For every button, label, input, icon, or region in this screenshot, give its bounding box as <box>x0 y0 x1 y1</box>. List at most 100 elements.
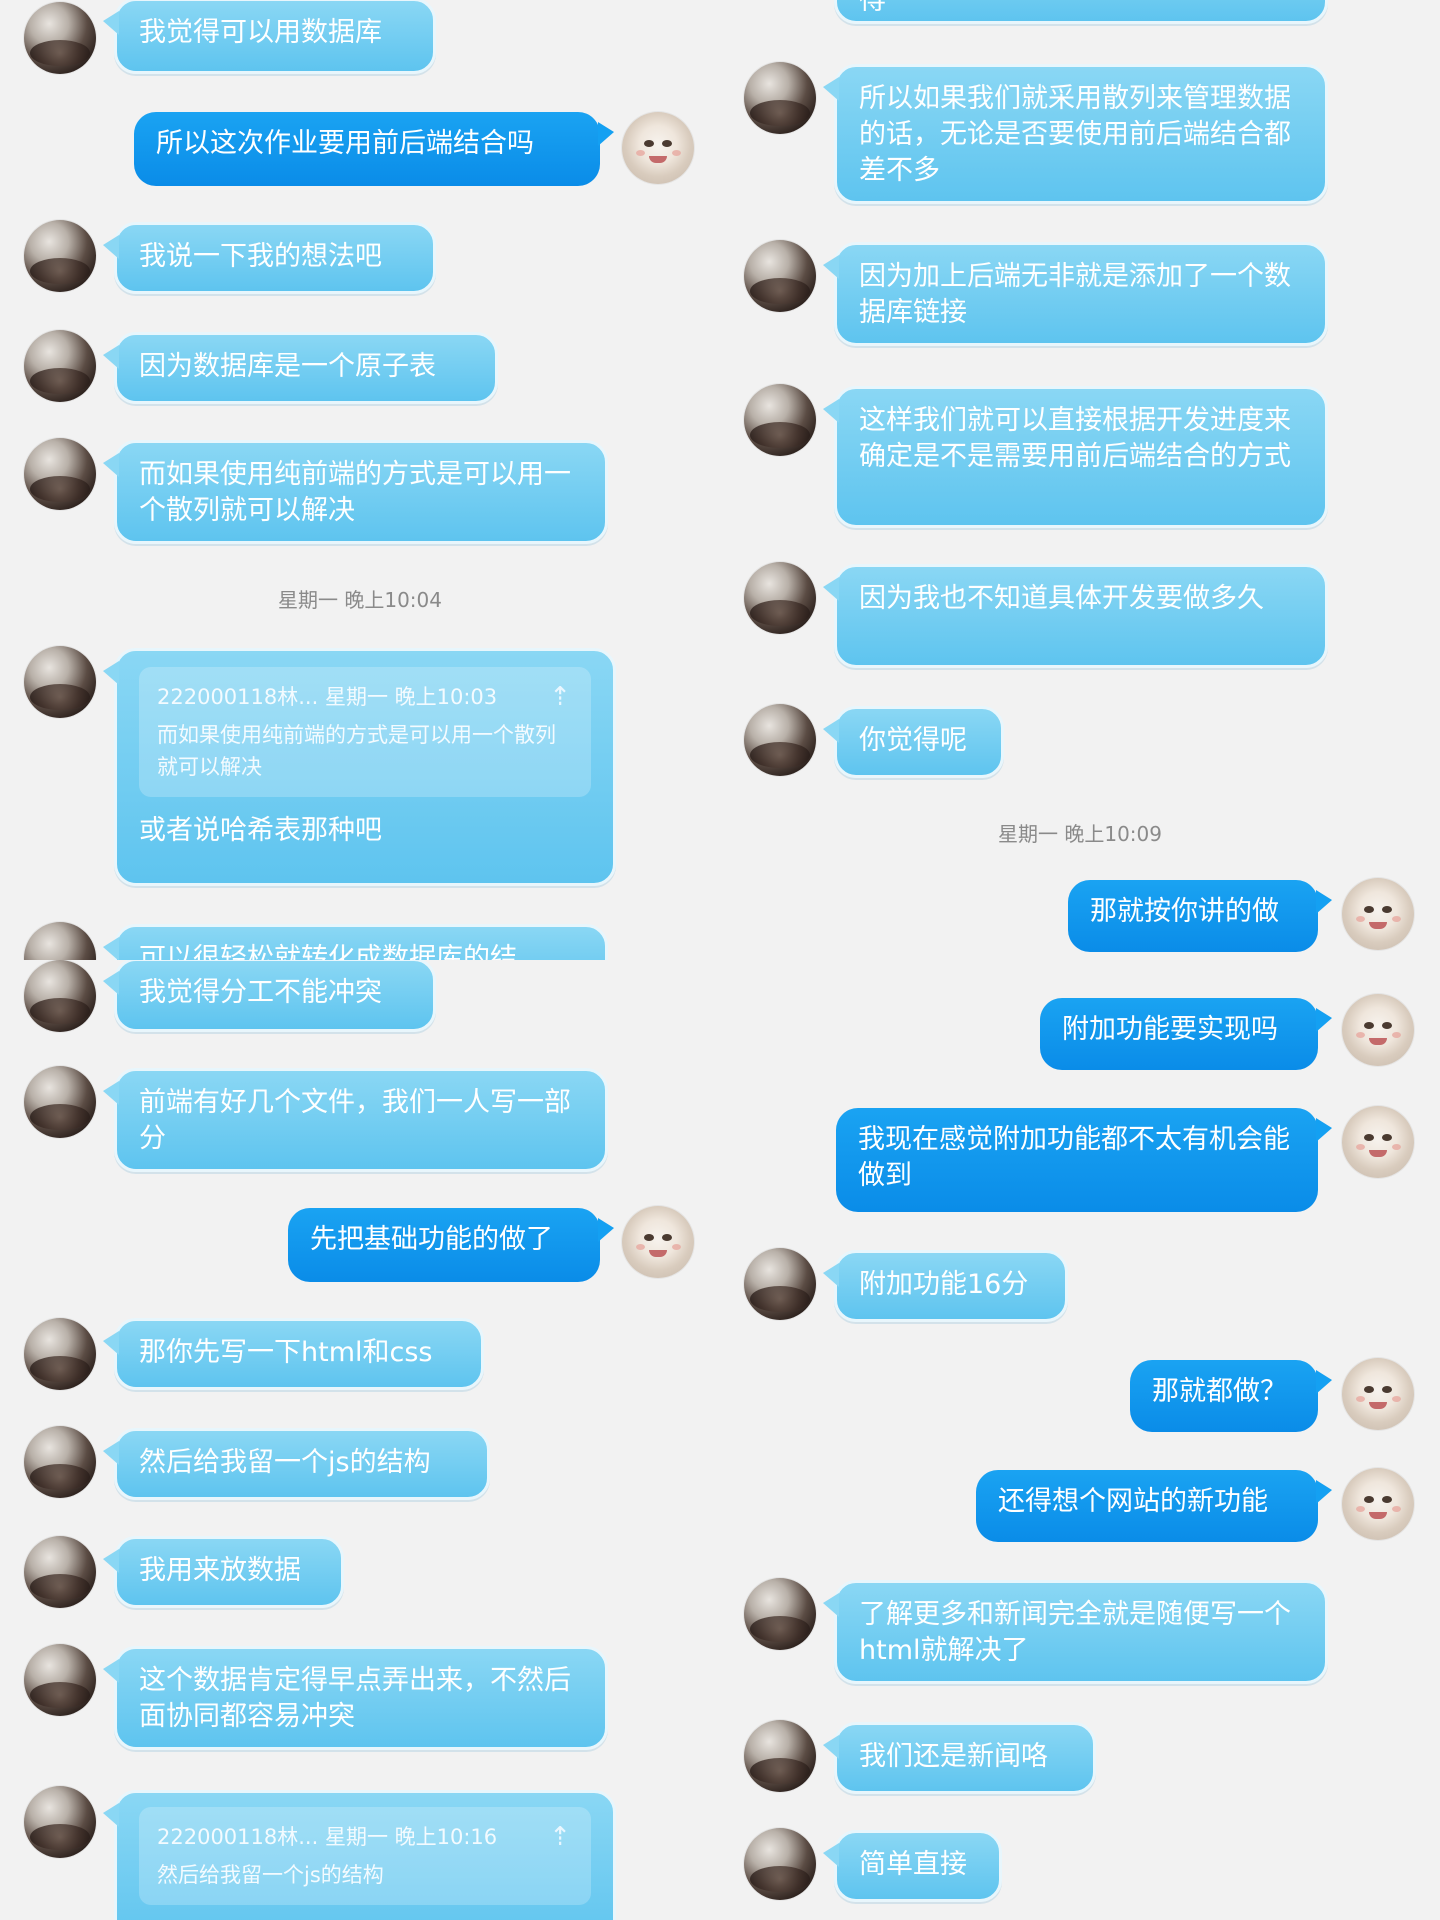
message-row: 这个数据肯定得早点弄出来，不然后面协同都容易冲突 <box>0 1642 720 1754</box>
peer-avatar[interactable] <box>24 438 96 510</box>
message-bubble[interactable]: 这个数据肯定得早点弄出来，不然后面协同都容易冲突 <box>103 1646 608 1750</box>
message-bubble[interactable]: 附加功能16分 <box>823 1250 1068 1322</box>
message-text: 或者说哈希表那种吧 <box>139 815 382 846</box>
message-bubble[interactable]: 我现在感觉附加功能都不太有机会能做到 <box>836 1108 1332 1212</box>
message-bubble[interactable]: 我们还是新闻咯 <box>823 1722 1096 1794</box>
message-row: 我们还是新闻咯 <box>720 1720 1440 1800</box>
quote-header: 222000118林... 星期一 晚上10:16 <box>157 1825 498 1849</box>
message-bubble[interactable]: 那就都做？ <box>1130 1360 1332 1432</box>
peer-avatar[interactable] <box>24 330 96 402</box>
message-row: 我说一下我的想法吧 <box>0 220 720 300</box>
message-bubble[interactable]: 简单直接 <box>823 1830 1002 1902</box>
message-row: 我用来放数据 <box>0 1534 720 1614</box>
self-avatar[interactable] <box>1342 1358 1414 1430</box>
message-bubble[interactable]: 然后给我留一个js的结构 <box>103 1428 490 1500</box>
message-bubble[interactable]: 因为加上后端无非就是添加了一个数据库链接 <box>823 242 1328 346</box>
message-bubble[interactable]: 还得想个网站的新功能 <box>976 1470 1332 1542</box>
message-bubble[interactable]: 我说一下我的想法吧 <box>103 222 436 294</box>
peer-avatar[interactable] <box>24 2 96 74</box>
message-row: 得 <box>720 0 1440 26</box>
message-bubble[interactable]: 那就按你讲的做 <box>1068 880 1332 952</box>
message-row: 附加功能要实现吗 <box>720 994 1440 1078</box>
quote-text: 而如果使用纯前端的方式是可以用一个散列就可以解决 <box>157 723 556 779</box>
message-row: 可以很轻松就转化成数据库的结 <box>0 918 720 960</box>
peer-avatar[interactable] <box>744 1578 816 1650</box>
message-bubble[interactable]: 那你先写一下html和css <box>103 1318 484 1390</box>
arrow-up-icon[interactable]: ⇡ <box>549 1821 571 1853</box>
message-row: 222000118林... 星期一 晚上10:03 而如果使用纯前端的方式是可以… <box>0 644 720 886</box>
self-avatar[interactable] <box>1342 1468 1414 1540</box>
message-bubble[interactable]: 所以如果我们就采用散列来管理数据的话，无论是否要使用前后端结合都差不多 <box>823 64 1328 204</box>
chat-panel-top-left: 我觉得可以用数据库 所以这次作业要用前后端结合吗 我说一下我的想法吧 因为数据库… <box>0 0 720 960</box>
self-avatar[interactable] <box>1342 994 1414 1066</box>
peer-avatar[interactable] <box>744 704 816 776</box>
self-avatar[interactable] <box>1342 878 1414 950</box>
message-row: 222000118林... 星期一 晚上10:16 然后给我留一个js的结构 ⇡ <box>0 1784 720 1920</box>
message-bubble[interactable]: 222000118林... 星期一 晚上10:03 而如果使用纯前端的方式是可以… <box>103 648 616 886</box>
message-row: 附加功能16分 <box>720 1248 1440 1328</box>
message-row: 所以如果我们就采用散列来管理数据的话，无论是否要使用前后端结合都差不多 <box>720 62 1440 208</box>
message-row: 因为数据库是一个原子表 <box>0 328 720 408</box>
message-row: 那就都做？ <box>720 1358 1440 1442</box>
message-bubble[interactable]: 222000118林... 星期一 晚上10:16 然后给我留一个js的结构 ⇡ <box>103 1790 616 1920</box>
message-row: 那就按你讲的做 <box>720 874 1440 958</box>
chat-panel-top-right: 得 所以如果我们就采用散列来管理数据的话，无论是否要使用前后端结合都差不多 因为… <box>720 0 1440 960</box>
quote-text: 然后给我留一个js的结构 <box>157 1863 384 1887</box>
message-bubble[interactable]: 了解更多和新闻完全就是随便写一个html就解决了 <box>823 1580 1328 1684</box>
peer-avatar[interactable] <box>24 1426 96 1498</box>
peer-avatar[interactable] <box>24 1066 96 1138</box>
peer-avatar[interactable] <box>24 922 96 960</box>
message-bubble[interactable]: 所以这次作业要用前后端结合吗 <box>134 112 614 186</box>
quote-header: 222000118林... 星期一 晚上10:03 <box>157 685 498 709</box>
self-avatar[interactable] <box>622 1206 694 1278</box>
message-row: 而如果使用纯前端的方式是可以用一个散列就可以解决 <box>0 438 720 548</box>
chat-panel-bottom-right: 附加功能要实现吗 我现在感觉附加功能都不太有机会能做到 附加功能16分 那就都做… <box>720 960 1440 1920</box>
message-row: 因为加上后端无非就是添加了一个数据库链接 <box>720 240 1440 350</box>
message-row: 前端有好几个文件，我们一人写一部分 <box>0 1064 720 1176</box>
quoted-message[interactable]: 222000118林... 星期一 晚上10:03 而如果使用纯前端的方式是可以… <box>139 667 591 797</box>
peer-avatar[interactable] <box>24 220 96 292</box>
peer-avatar[interactable] <box>744 1248 816 1320</box>
peer-avatar[interactable] <box>24 646 96 718</box>
message-bubble[interactable]: 我觉得分工不能冲突 <box>103 960 436 1032</box>
quoted-message[interactable]: 222000118林... 星期一 晚上10:16 然后给我留一个js的结构 ⇡ <box>139 1807 591 1905</box>
message-bubble[interactable]: 先把基础功能的做了 <box>288 1208 614 1282</box>
message-bubble[interactable]: 你觉得呢 <box>823 706 1004 778</box>
message-bubble[interactable]: 附加功能要实现吗 <box>1040 998 1332 1070</box>
peer-avatar[interactable] <box>24 1644 96 1716</box>
message-row: 我现在感觉附加功能都不太有机会能做到 <box>720 1106 1440 1216</box>
peer-avatar[interactable] <box>24 1318 96 1390</box>
message-bubble[interactable]: 前端有好几个文件，我们一人写一部分 <box>103 1068 608 1172</box>
message-row: 了解更多和新闻完全就是随便写一个html就解决了 <box>720 1578 1440 1690</box>
peer-avatar[interactable] <box>744 384 816 456</box>
self-avatar[interactable] <box>622 112 694 184</box>
peer-avatar[interactable] <box>744 1720 816 1792</box>
message-bubble[interactable]: 我觉得可以用数据库 <box>103 0 436 74</box>
chat-panel-bottom-left: 我觉得分工不能冲突 前端有好几个文件，我们一人写一部分 先把基础功能的做了 那你… <box>0 960 720 1920</box>
message-bubble[interactable]: 这样我们就可以直接根据开发进度来确定是不是需要用前后端结合的方式 <box>823 386 1328 528</box>
message-row: 这样我们就可以直接根据开发进度来确定是不是需要用前后端结合的方式 <box>720 384 1440 530</box>
message-bubble[interactable]: 因为数据库是一个原子表 <box>103 332 498 404</box>
message-row: 还得想个网站的新功能 <box>720 1466 1440 1550</box>
timestamp-divider: 星期一 晚上10:04 <box>278 588 442 612</box>
message-bubble[interactable]: 得 <box>834 0 1328 24</box>
message-row: 然后给我留一个js的结构 <box>0 1424 720 1504</box>
peer-avatar[interactable] <box>24 1536 96 1608</box>
message-bubble[interactable]: 而如果使用纯前端的方式是可以用一个散列就可以解决 <box>103 440 608 544</box>
peer-avatar[interactable] <box>744 1828 816 1900</box>
self-avatar[interactable] <box>1342 1106 1414 1178</box>
peer-avatar[interactable] <box>24 960 96 1032</box>
message-row: 我觉得分工不能冲突 <box>0 960 720 1032</box>
peer-avatar[interactable] <box>744 562 816 634</box>
message-bubble[interactable]: 因为我也不知道具体开发要做多久 <box>823 564 1328 668</box>
message-row: 那你先写一下html和css <box>0 1316 720 1396</box>
peer-avatar[interactable] <box>744 240 816 312</box>
message-bubble[interactable]: 可以很轻松就转化成数据库的结 <box>103 924 608 960</box>
peer-avatar[interactable] <box>24 1786 96 1858</box>
message-bubble[interactable]: 我用来放数据 <box>103 1536 344 1608</box>
peer-avatar[interactable] <box>744 62 816 134</box>
arrow-up-icon[interactable]: ⇡ <box>549 681 571 713</box>
message-row: 你觉得呢 <box>720 704 1440 784</box>
message-row: 所以这次作业要用前后端结合吗 <box>0 108 720 192</box>
message-row: 我觉得可以用数据库 <box>0 0 720 80</box>
